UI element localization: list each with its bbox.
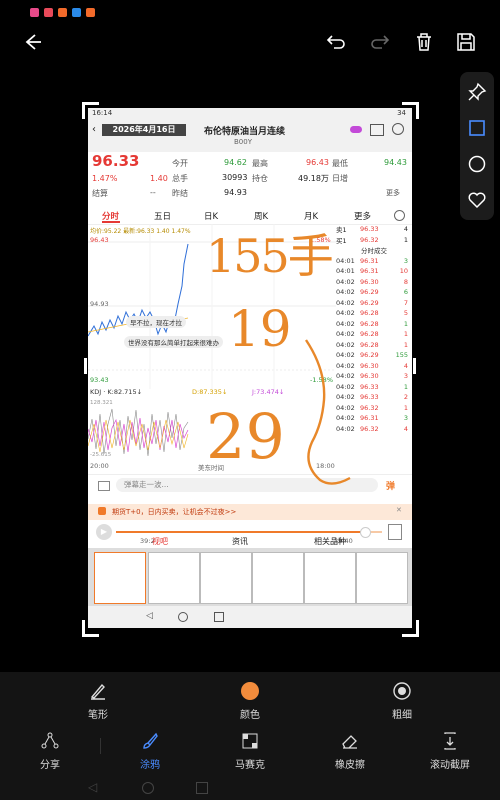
thickness-icon (393, 682, 411, 700)
doodle-layer[interactable] (88, 108, 412, 628)
eraser-label: 橡皮擦 (335, 760, 365, 771)
app-notif-icon (58, 8, 67, 17)
circle-icon (468, 155, 486, 173)
eraser-icon (342, 735, 357, 749)
save-button[interactable] (446, 22, 486, 62)
thickness-label: 粗细 (392, 710, 412, 721)
rectangle-icon (469, 120, 485, 136)
crop-handle-right[interactable] (413, 358, 416, 374)
app-notif-icon (72, 8, 81, 17)
editor-toolbar (0, 22, 500, 64)
doodle-tool[interactable]: 涂鸦 (110, 730, 190, 771)
back-button[interactable] (12, 22, 52, 62)
trash-icon (417, 33, 431, 51)
thickness-tool[interactable]: 粗细 (362, 680, 442, 721)
pen-style-tool[interactable]: 笔形 (58, 680, 138, 721)
tools-divider (100, 738, 101, 754)
redo-button[interactable] (360, 22, 400, 62)
editor-tools: 笔形 颜色 粗细 分享 涂鸦 马赛克 橡皮擦 滚动截屏 ◁ (0, 672, 500, 800)
scroll-shot-tool[interactable]: 滚动截屏 (410, 730, 490, 771)
brush-icon (143, 732, 158, 749)
heart-icon (468, 192, 486, 209)
system-back-icon[interactable]: ◁ (88, 780, 97, 794)
handwritten-text-2: 19 (228, 300, 292, 358)
rectangle-shape-button[interactable] (460, 110, 494, 146)
pin-icon (468, 82, 487, 101)
handwritten-text-3: 29 (206, 400, 285, 473)
system-recent-icon[interactable] (196, 782, 208, 794)
crop-handle-left[interactable] (84, 358, 87, 374)
share-tool[interactable]: 分享 (10, 730, 90, 771)
color-dot-icon (241, 682, 259, 700)
eraser-tool[interactable]: 橡皮擦 (310, 730, 390, 771)
share-label: 分享 (40, 760, 60, 771)
heart-shape-button[interactable] (460, 182, 494, 218)
scroll-shot-icon (444, 732, 456, 750)
color-label: 颜色 (240, 710, 260, 721)
delete-button[interactable] (404, 22, 444, 62)
doodle-stroke (305, 339, 351, 485)
circle-shape-button[interactable] (460, 146, 494, 182)
pin-shape-button[interactable] (460, 74, 494, 110)
screenshot-canvas[interactable]: 16:14 34 ‹ 2026年4月16日 布伦特原油当月连续 B00Y 96.… (88, 108, 412, 628)
arrow-left-icon (25, 34, 41, 50)
app-notif-icon (86, 8, 95, 17)
undo-icon (326, 35, 345, 49)
mosaic-label: 马赛克 (235, 760, 265, 771)
status-bar (0, 0, 500, 22)
pen-style-label: 笔形 (88, 710, 108, 721)
system-home-icon[interactable] (142, 782, 154, 794)
color-tool[interactable]: 颜色 (210, 680, 290, 721)
pen-icon (90, 683, 105, 700)
mosaic-tool[interactable]: 马赛克 (210, 730, 290, 771)
mosaic-icon (242, 733, 258, 749)
app-notif-icon (30, 8, 39, 17)
app-notif-icon (44, 8, 53, 17)
doodle-label: 涂鸦 (140, 760, 160, 771)
save-icon (457, 33, 475, 51)
redo-icon (371, 35, 390, 49)
scroll-shot-label: 滚动截屏 (430, 760, 470, 771)
share-icon (41, 732, 59, 749)
undo-button[interactable] (316, 22, 356, 62)
handwritten-text-1: 155手 (206, 229, 334, 283)
shape-panel (460, 72, 494, 220)
